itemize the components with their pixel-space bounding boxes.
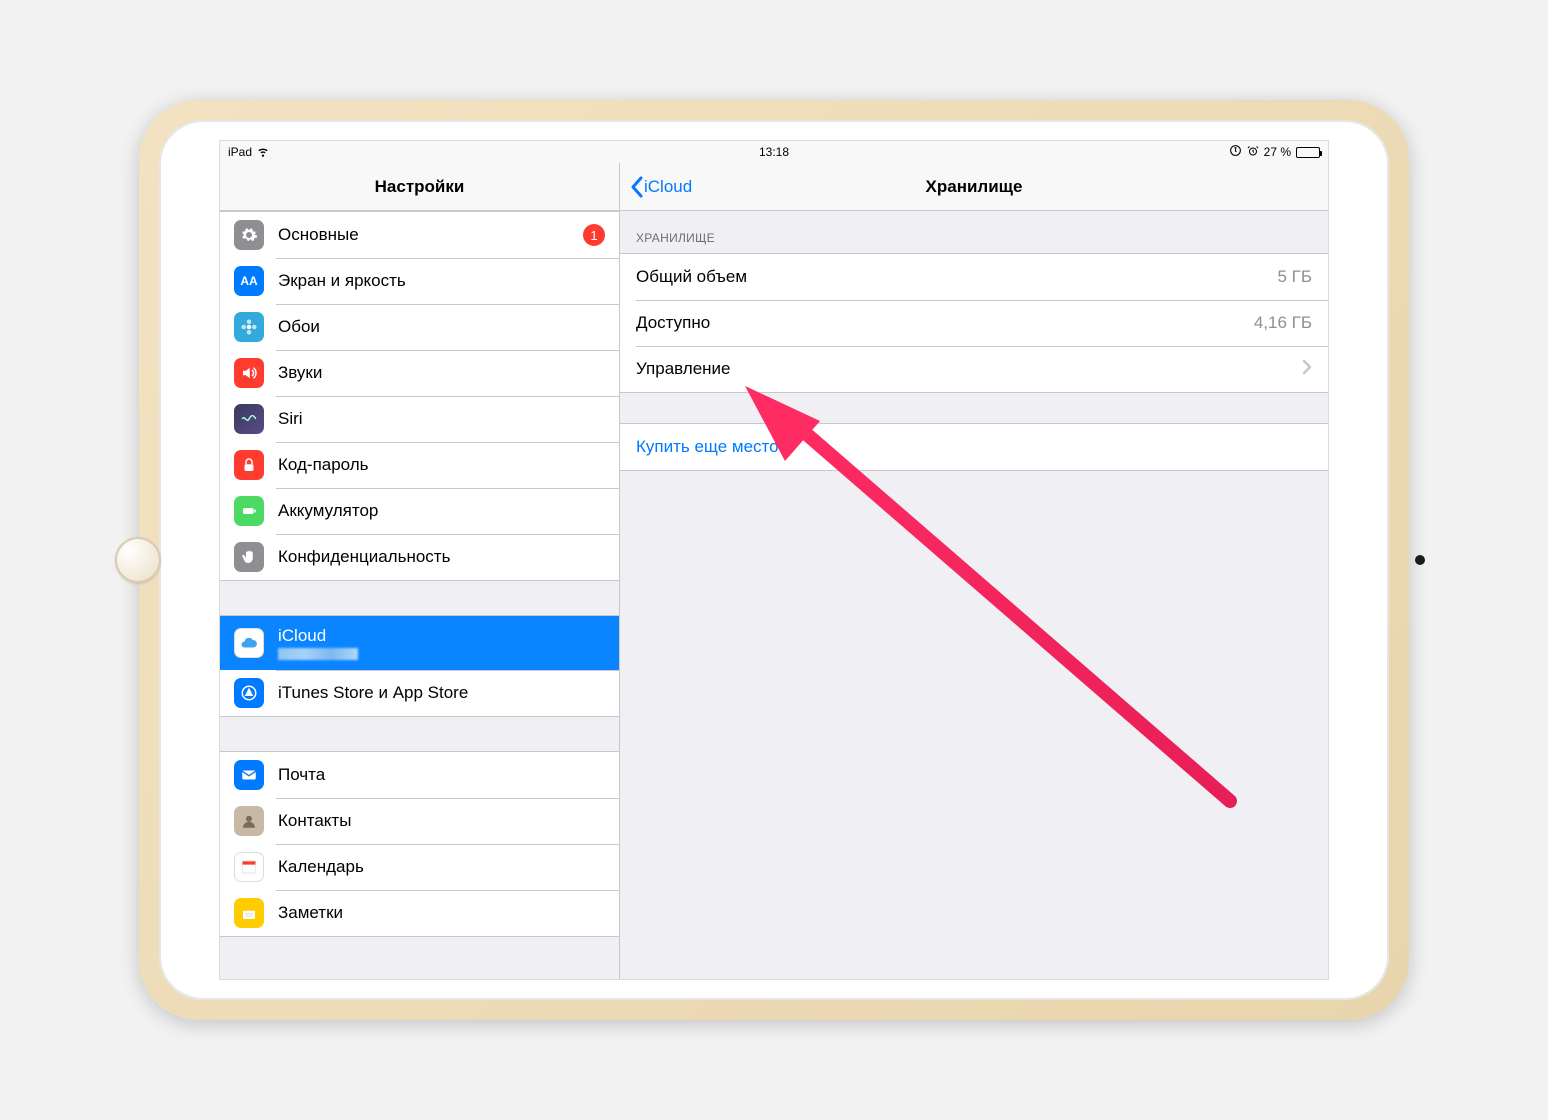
status-bar: iPad 13:18 27 % — [220, 141, 1328, 163]
settings-sidebar: Настройки Основные 1 AA Экран и яркость — [220, 163, 620, 979]
row-label: Основные — [278, 225, 359, 245]
account-email-redacted — [278, 648, 358, 660]
sidebar-item-calendar[interactable]: Календарь — [220, 844, 619, 890]
badge: 1 — [583, 224, 605, 246]
row-label: Календарь — [278, 857, 364, 877]
sidebar-item-general[interactable]: Основные 1 — [220, 212, 619, 258]
detail-pane: iCloud Хранилище ХРАНИЛИЩЕ Общий объем 5… — [620, 163, 1328, 979]
sidebar-item-sounds[interactable]: Звуки — [220, 350, 619, 396]
sidebar-item-wallpaper[interactable]: Обои — [220, 304, 619, 350]
row-label: Звуки — [278, 363, 322, 383]
gear-icon — [234, 220, 264, 250]
siri-icon — [234, 404, 264, 434]
cell-buy-more-storage[interactable]: Купить еще место — [620, 424, 1328, 470]
sidebar-item-display[interactable]: AA Экран и яркость — [220, 258, 619, 304]
detail-title: Хранилище — [926, 177, 1023, 197]
sidebar-item-battery[interactable]: Аккумулятор — [220, 488, 619, 534]
sidebar-item-itunes[interactable]: iTunes Store и App Store — [220, 670, 619, 716]
clock: 13:18 — [759, 145, 789, 159]
row-label: iCloud — [278, 626, 358, 646]
sidebar-item-siri[interactable]: Siri — [220, 396, 619, 442]
battery-icon — [234, 496, 264, 526]
notes-icon — [234, 898, 264, 928]
row-label: Siri — [278, 409, 303, 429]
home-button[interactable] — [115, 537, 161, 583]
row-label: Аккумулятор — [278, 501, 378, 521]
front-camera — [1415, 555, 1425, 565]
storage-info-group: Общий объем 5 ГБ Доступно 4,16 ГБ Управл… — [620, 253, 1328, 393]
lock-icon — [234, 450, 264, 480]
wifi-icon — [256, 144, 270, 161]
section-header-storage: ХРАНИЛИЩЕ — [620, 211, 1328, 253]
row-label: Почта — [278, 765, 325, 785]
cell-value: 5 ГБ — [1277, 267, 1312, 287]
sidebar-item-passcode[interactable]: Код-пароль — [220, 442, 619, 488]
battery-icon — [1296, 147, 1320, 158]
row-label: iTunes Store и App Store — [278, 683, 468, 703]
back-button[interactable]: iCloud — [630, 176, 692, 198]
battery-percent: 27 % — [1264, 145, 1291, 159]
sidebar-item-notes[interactable]: Заметки — [220, 890, 619, 936]
sidebar-title: Настройки — [220, 163, 619, 211]
detail-header: iCloud Хранилище — [620, 163, 1328, 211]
cell-total-storage: Общий объем 5 ГБ — [620, 254, 1328, 300]
speaker-icon — [234, 358, 264, 388]
hand-icon — [234, 542, 264, 572]
sidebar-item-mail[interactable]: Почта — [220, 752, 619, 798]
cell-label: Доступно — [636, 313, 710, 333]
cell-available-storage: Доступно 4,16 ГБ — [620, 300, 1328, 346]
sidebar-group-accounts: iCloud iTunes Store и App Store — [220, 615, 619, 717]
row-label: Экран и яркость — [278, 271, 406, 291]
sidebar-group-general: Основные 1 AA Экран и яркость Обои — [220, 211, 619, 581]
appstore-icon — [234, 678, 264, 708]
back-label: iCloud — [644, 177, 692, 197]
calendar-icon — [234, 852, 264, 882]
cell-label: Купить еще место — [636, 437, 779, 457]
cell-manage-storage[interactable]: Управление — [620, 346, 1328, 392]
chevron-left-icon — [630, 176, 644, 198]
mail-icon — [234, 760, 264, 790]
orientation-lock-icon — [1229, 144, 1242, 160]
cloud-icon — [234, 628, 264, 658]
contacts-icon — [234, 806, 264, 836]
row-label: Заметки — [278, 903, 343, 923]
flower-icon — [234, 312, 264, 342]
sidebar-item-privacy[interactable]: Конфиденциальность — [220, 534, 619, 580]
row-label: Код-пароль — [278, 455, 369, 475]
device-label: iPad — [228, 145, 252, 159]
cell-label: Общий объем — [636, 267, 747, 287]
sidebar-item-contacts[interactable]: Контакты — [220, 798, 619, 844]
buy-more-group: Купить еще место — [620, 423, 1328, 471]
cell-label: Управление — [636, 359, 731, 379]
sidebar-item-icloud[interactable]: iCloud — [220, 616, 619, 670]
chevron-right-icon — [1302, 359, 1312, 380]
row-label: Конфиденциальность — [278, 547, 450, 567]
sidebar-group-apps: Почта Контакты Календарь Заметки — [220, 751, 619, 937]
alarm-icon — [1247, 145, 1259, 160]
brightness-icon: AA — [234, 266, 264, 296]
row-label: Контакты — [278, 811, 351, 831]
cell-value: 4,16 ГБ — [1254, 313, 1312, 333]
row-label: Обои — [278, 317, 320, 337]
